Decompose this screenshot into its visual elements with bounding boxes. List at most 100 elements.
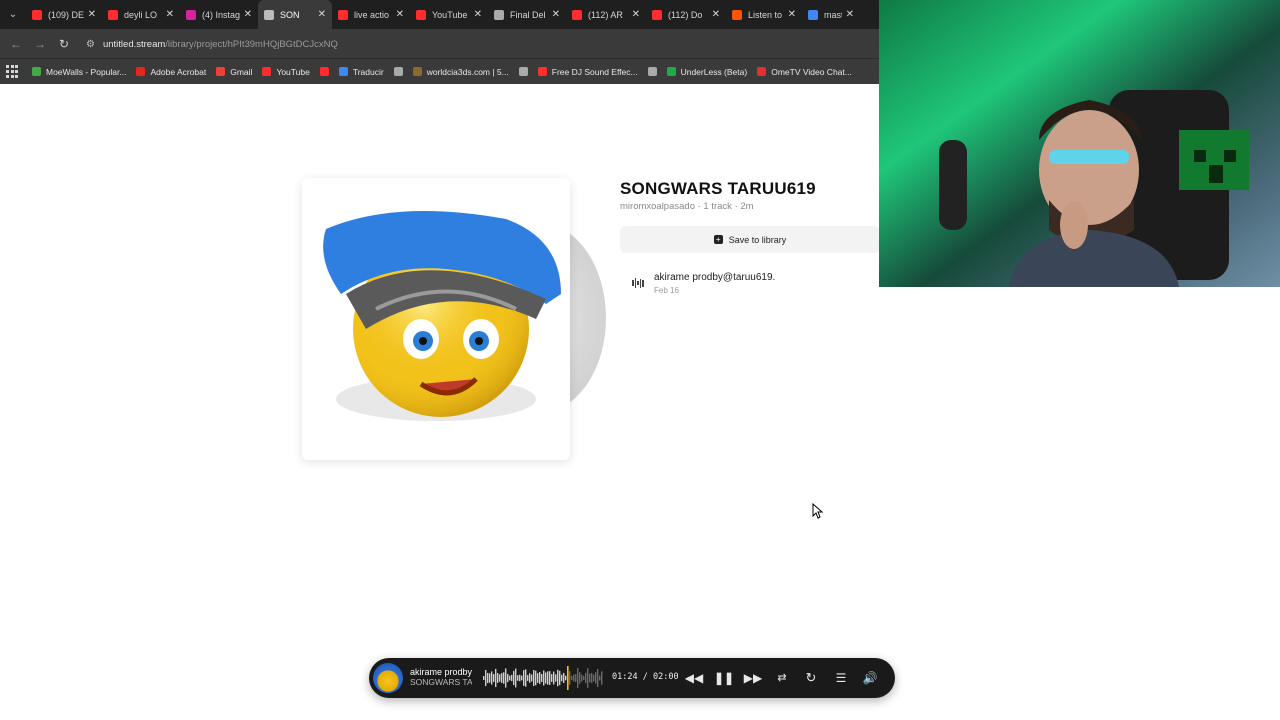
- waveform-bar: [493, 674, 495, 682]
- url-field[interactable]: ⚙ untitled.stream/library/project/hPIt39…: [82, 33, 872, 55]
- waveform-bar: [501, 673, 503, 683]
- track-row[interactable]: akirame prodby@taruu619. Feb 16: [632, 270, 880, 300]
- waveform-bar: [485, 669, 487, 687]
- browser-tab[interactable]: Listen to ✕: [726, 0, 802, 29]
- pause-icon[interactable]: ❚❚: [714, 668, 734, 688]
- waveform-bar: [583, 675, 585, 681]
- tab-favicon-icon: [186, 9, 196, 20]
- waveform-bar: [543, 670, 545, 686]
- waveform-bar: [547, 671, 549, 685]
- site-settings-icon[interactable]: ⚙: [86, 39, 95, 50]
- tab-label: master f: [824, 9, 842, 20]
- current-time: 01:24: [612, 672, 638, 682]
- bookmark-item[interactable]: Traducir: [338, 67, 384, 77]
- waveform-bar: [517, 675, 519, 681]
- bookmark-item[interactable]: Gmail: [216, 67, 252, 77]
- waveform-bar: [495, 668, 497, 688]
- waveform-bar: [563, 672, 565, 684]
- browser-tab[interactable]: live actio ✕: [332, 0, 410, 29]
- waveform-bar: [595, 672, 597, 684]
- forward-icon[interactable]: →: [28, 37, 52, 51]
- tab-close-icon[interactable]: ✕: [552, 9, 560, 20]
- audio-player: akirame prodby SONGWARS TA 01:24 / 02:00…: [369, 658, 895, 698]
- tab-close-icon[interactable]: ✕: [88, 9, 96, 20]
- player-track-info: akirame prodby SONGWARS TA: [410, 667, 472, 687]
- tab-favicon-icon: [732, 9, 742, 20]
- bookmark-item[interactable]: [319, 67, 329, 76]
- waveform-bar: [541, 674, 543, 682]
- browser-tab[interactable]: YouTube ✕: [410, 0, 488, 29]
- track-date: Feb 16: [654, 286, 679, 295]
- tab-close-icon[interactable]: ✕: [244, 9, 252, 20]
- volume-icon[interactable]: 🔊: [860, 668, 880, 688]
- player-waveform-scrubber[interactable]: [483, 665, 603, 691]
- player-track-title: akirame prodby: [410, 667, 472, 677]
- waveform-bar: [585, 672, 587, 684]
- bookmark-item[interactable]: [647, 67, 657, 76]
- tab-label: SON: [280, 9, 300, 20]
- bookmark-favicon-icon: [136, 67, 146, 76]
- bookmark-item[interactable]: MoeWalls - Popular...: [32, 67, 126, 77]
- bookmark-item[interactable]: worldcia3ds.com | 5...: [412, 67, 509, 77]
- tab-list: (109) DE ✕ deyli LO ✕ (4) Instag ✕ SON ✕ live ac…: [26, 0, 860, 29]
- browser-tab[interactable]: Final Del ✕: [488, 0, 566, 29]
- tab-close-icon[interactable]: ✕: [788, 9, 796, 20]
- tab-label: deyli LO: [124, 9, 158, 20]
- bookmark-label: YouTube: [276, 66, 310, 77]
- bookmark-item[interactable]: [393, 67, 403, 76]
- apps-grid-icon[interactable]: [6, 64, 20, 79]
- bookmark-item[interactable]: UnderLess (Beta): [666, 67, 747, 77]
- save-to-library-button[interactable]: + Save to library: [620, 226, 880, 253]
- repeat-icon[interactable]: ↻: [801, 668, 821, 688]
- cover-image[interactable]: [302, 178, 570, 460]
- waveform-bar: [511, 674, 513, 682]
- back-icon[interactable]: ←: [4, 37, 28, 51]
- tab-favicon-icon: [338, 9, 348, 20]
- reload-icon[interactable]: ↻: [52, 37, 76, 51]
- tab-label: (112) Do: [668, 9, 703, 20]
- tab-close-icon[interactable]: ✕: [396, 9, 404, 20]
- player-artwork[interactable]: [373, 663, 403, 693]
- rewind-icon[interactable]: ◀◀: [684, 668, 704, 688]
- streamer-camera-image: [879, 0, 1280, 287]
- bookmark-item[interactable]: [518, 67, 528, 76]
- bookmark-label: Adobe Acrobat: [150, 66, 207, 77]
- browser-tab[interactable]: (109) DE ✕: [26, 0, 102, 29]
- waveform-bar: [491, 671, 493, 685]
- waveform-bar: [597, 668, 599, 688]
- bookmark-item[interactable]: Adobe Acrobat: [136, 67, 206, 77]
- waveform-bar: [509, 675, 511, 681]
- queue-icon[interactable]: ☰: [831, 668, 851, 688]
- tab-favicon-icon: [494, 9, 504, 20]
- browser-tab[interactable]: deyli LO ✕: [102, 0, 180, 29]
- shuffle-icon[interactable]: ⇄: [772, 668, 792, 688]
- tab-close-icon[interactable]: ✕: [712, 9, 720, 20]
- browser-tab[interactable]: master f ✕: [802, 0, 860, 29]
- bookmark-label: Free DJ Sound Effec...: [551, 66, 638, 77]
- playhead[interactable]: [567, 666, 569, 690]
- tab-search-icon[interactable]: ⌄: [0, 0, 26, 29]
- bookmark-item[interactable]: OmeTV Video Chat...: [757, 67, 852, 77]
- fast-forward-icon[interactable]: ▶▶: [743, 668, 763, 688]
- tab-close-icon[interactable]: ✕: [632, 9, 640, 20]
- tab-close-icon[interactable]: ✕: [846, 9, 854, 20]
- bookmark-favicon-icon: [262, 67, 272, 76]
- tab-close-icon[interactable]: ✕: [474, 9, 482, 20]
- tab-label: YouTube: [432, 9, 468, 20]
- waveform-bar: [513, 670, 515, 686]
- bookmark-item[interactable]: Free DJ Sound Effec...: [537, 66, 638, 77]
- browser-tab[interactable]: SON ✕: [258, 0, 332, 29]
- tab-close-icon[interactable]: ✕: [318, 9, 326, 20]
- tab-close-icon[interactable]: ✕: [166, 9, 174, 20]
- bookmark-item[interactable]: YouTube: [262, 66, 310, 77]
- bookmark-favicon-icon: [412, 67, 422, 76]
- duration: 02:00: [652, 672, 679, 682]
- browser-tab[interactable]: (4) Instag ✕: [180, 0, 258, 29]
- browser-tab[interactable]: (112) Do ✕: [646, 0, 726, 29]
- url-host: untitled.stream: [102, 38, 166, 50]
- waveform-bar: [581, 674, 583, 682]
- plus-icon: +: [713, 235, 723, 244]
- waveform-bar: [527, 675, 529, 681]
- waveform-bar: [537, 673, 539, 683]
- browser-tab[interactable]: (112) AR ✕: [566, 0, 646, 29]
